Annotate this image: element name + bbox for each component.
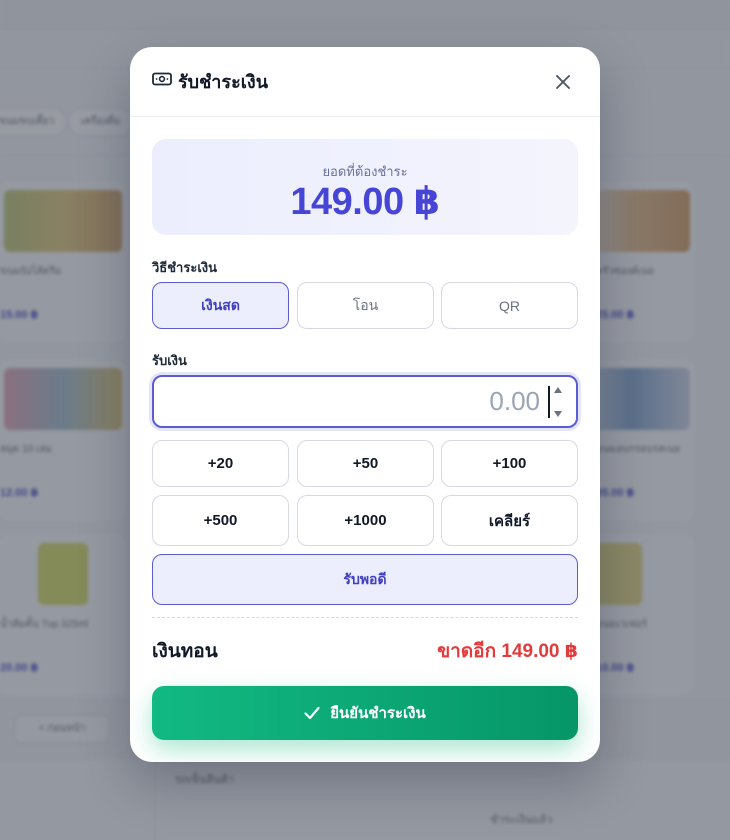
close-icon bbox=[556, 75, 570, 89]
confirm-payment-label: ยืนยันชำระเงิน bbox=[330, 705, 426, 722]
method-cash-button[interactable]: เงินสด bbox=[152, 282, 289, 329]
modal-title: รับชำระเงิน bbox=[178, 71, 268, 92]
received-amount-field[interactable] bbox=[152, 375, 578, 428]
quick-add-1000-button[interactable]: +1000 bbox=[297, 495, 434, 546]
modal-header: รับชำระเงิน bbox=[130, 47, 600, 117]
change-value: ขาดอีก 149.00 ฿ bbox=[437, 641, 578, 662]
text-caret bbox=[548, 386, 550, 418]
quick-add-50-button[interactable]: +50 bbox=[297, 440, 434, 487]
quick-add-100-button[interactable]: +100 bbox=[441, 440, 578, 487]
modal-title-group: รับชำระเงิน bbox=[152, 69, 268, 93]
spinner-down-icon[interactable] bbox=[553, 410, 563, 418]
clear-amount-button[interactable]: เคลียร์ bbox=[441, 495, 578, 546]
close-button[interactable] bbox=[550, 69, 576, 95]
amount-due-value: 149.00 ฿ bbox=[290, 181, 440, 223]
method-transfer-button[interactable]: โอน bbox=[297, 282, 434, 329]
quick-add-500-button[interactable]: +500 bbox=[152, 495, 289, 546]
amount-due-panel: ยอดที่ต้องชำระ 149.00 ฿ bbox=[152, 139, 578, 235]
received-amount-input[interactable] bbox=[164, 383, 540, 420]
divider bbox=[152, 617, 578, 618]
payment-modal: รับชำระเงิน ยอดที่ต้องชำระ 149.00 ฿ วิธี… bbox=[130, 47, 600, 762]
number-spinner[interactable] bbox=[552, 386, 564, 418]
check-icon bbox=[304, 706, 320, 720]
exact-amount-button[interactable]: รับพอดี bbox=[152, 554, 578, 605]
payment-method-label: วิธีชำระเงิน bbox=[152, 260, 217, 275]
confirm-payment-button[interactable]: ยืนยันชำระเงิน bbox=[152, 686, 578, 740]
quick-add-20-button[interactable]: +20 bbox=[152, 440, 289, 487]
received-amount-label: รับเงิน bbox=[152, 353, 187, 368]
spinner-up-icon[interactable] bbox=[553, 386, 563, 394]
change-label: เงินทอน bbox=[152, 641, 218, 662]
method-qr-button[interactable]: QR bbox=[441, 282, 578, 329]
cash-icon bbox=[152, 71, 172, 92]
